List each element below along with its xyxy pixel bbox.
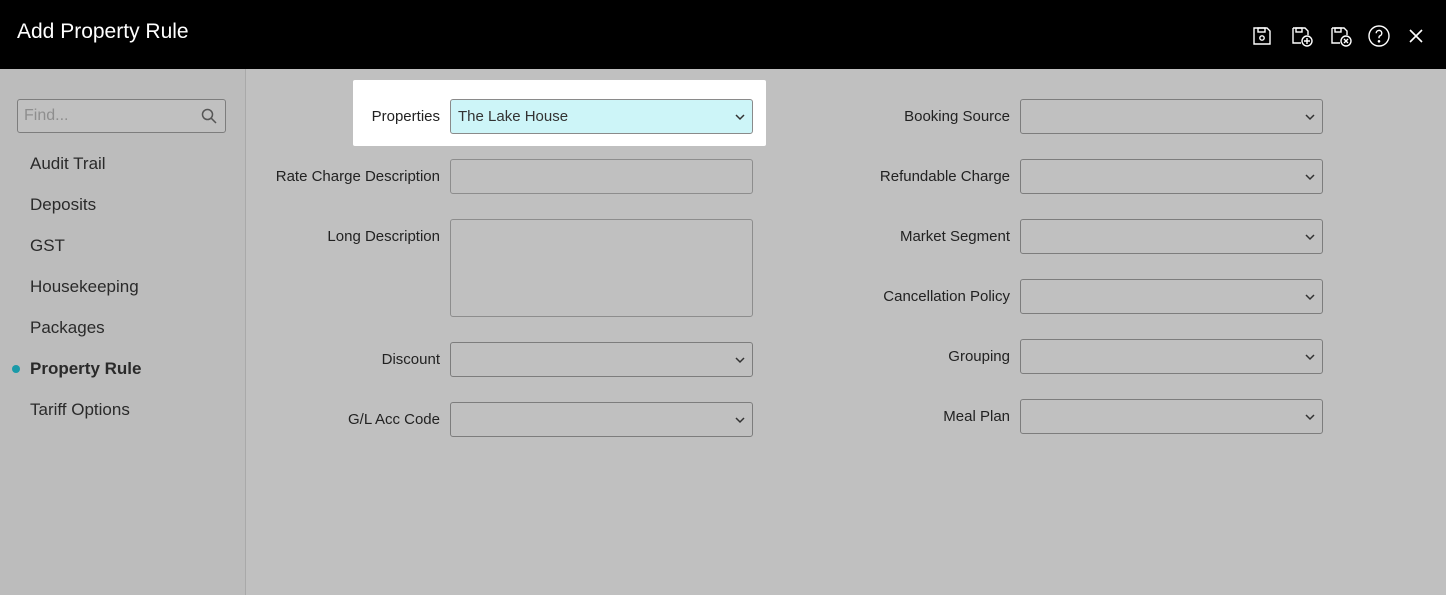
booking-source-select[interactable] [1020,99,1323,134]
sidebar-nav: Audit Trail Deposits GST Housekeeping Pa… [0,151,246,438]
gl-acc-code-label: G/L Acc Code [348,411,440,428]
chevron-down-icon [1305,234,1315,241]
sidebar-item-label: Audit Trail [30,154,106,173]
grouping-select[interactable] [1020,339,1323,374]
sidebar: Audit Trail Deposits GST Housekeeping Pa… [0,69,246,595]
cancellation-policy-select[interactable] [1020,279,1323,314]
save-and-close-icon[interactable] [1329,24,1353,48]
properties-label: Properties [371,108,440,125]
save-and-new-icon[interactable] [1290,24,1314,48]
chevron-down-icon [1305,294,1315,301]
long-description-textarea[interactable] [450,219,753,317]
sidebar-item-audit-trail[interactable]: Audit Trail [0,151,246,192]
search-icon[interactable] [201,108,217,124]
sidebar-item-label: Packages [30,318,105,337]
chevron-down-icon [735,417,745,424]
search-box [17,99,226,133]
active-indicator-dot [12,365,20,373]
cancellation-policy-label: Cancellation Policy [883,288,1010,305]
rate-charge-description-label: Rate Charge Description [275,168,440,185]
properties-select[interactable]: The Lake House [450,99,753,134]
sidebar-item-housekeeping[interactable]: Housekeeping [0,274,246,315]
sidebar-item-label: Deposits [30,195,97,214]
close-icon[interactable] [1404,24,1428,48]
refundable-charge-select[interactable] [1020,159,1323,194]
rate-charge-description-input[interactable] [450,159,753,194]
chevron-down-icon [735,357,745,364]
meal-plan-label: Meal Plan [943,408,1010,425]
chevron-down-icon [1305,114,1315,121]
sidebar-item-property-rule[interactable]: Property Rule [0,356,246,397]
chevron-down-icon [1305,354,1315,361]
sidebar-item-label: Property Rule [30,359,142,378]
sidebar-item-deposits[interactable]: Deposits [0,192,246,233]
window-title: Add Property Rule [17,20,189,43]
market-segment-select[interactable] [1020,219,1323,254]
refundable-charge-label: Refundable Charge [879,168,1010,185]
properties-value: The Lake House [458,108,569,125]
sidebar-item-tariff-options[interactable]: Tariff Options [0,397,246,438]
search-input[interactable] [18,100,194,132]
sidebar-item-gst[interactable]: GST [0,233,246,274]
sidebar-item-label: Housekeeping [30,277,139,296]
grouping-label: Grouping [948,348,1010,365]
form-area: Properties The Lake House Rate Charge De… [247,69,1446,595]
sidebar-item-label: Tariff Options [30,400,130,419]
save-icon[interactable] [1250,24,1274,48]
chevron-down-icon [1305,174,1315,181]
booking-source-label: Booking Source [904,108,1010,125]
chevron-down-icon [1305,414,1315,421]
chevron-down-icon [735,114,745,121]
sidebar-item-label: GST [30,236,65,255]
gl-acc-code-select[interactable] [450,402,753,437]
market-segment-label: Market Segment [899,228,1010,245]
help-icon[interactable] [1367,24,1391,48]
discount-label: Discount [381,351,440,368]
title-bar: Add Property Rule [0,0,1446,69]
discount-select[interactable] [450,342,753,377]
meal-plan-select[interactable] [1020,399,1323,434]
long-description-label: Long Description [327,228,440,245]
sidebar-item-packages[interactable]: Packages [0,315,246,356]
